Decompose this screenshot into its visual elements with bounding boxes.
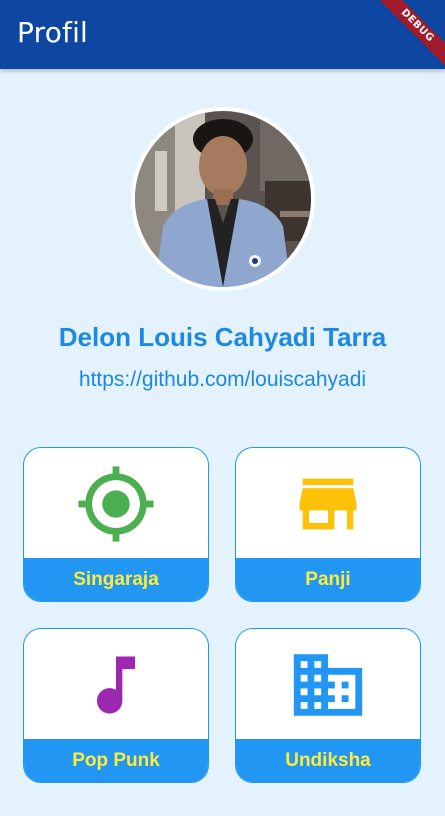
card-pop-punk[interactable]: Pop Punk <box>23 628 209 783</box>
location-icon <box>78 465 154 542</box>
card-panji[interactable]: Panji <box>235 447 421 602</box>
profile-link[interactable]: https://github.com/louiscahyadi <box>0 368 445 392</box>
profile-name: Delon Louis Cahyadi Tarra <box>58 322 387 352</box>
card-undiksha[interactable]: Undiksha <box>235 628 421 783</box>
card-label: Panji <box>236 558 420 601</box>
music-note-icon <box>97 656 135 713</box>
avatar <box>131 107 315 291</box>
avatar-photo <box>135 111 311 287</box>
card-label: Pop Punk <box>24 739 208 782</box>
card-singaraja[interactable]: Singaraja <box>23 447 209 602</box>
page-title: Profil <box>17 16 89 49</box>
building-icon <box>293 653 363 716</box>
card-label: Singaraja <box>24 558 208 601</box>
card-label: Undiksha <box>236 739 420 782</box>
app-bar: Profil <box>0 0 445 69</box>
store-icon <box>299 478 357 529</box>
